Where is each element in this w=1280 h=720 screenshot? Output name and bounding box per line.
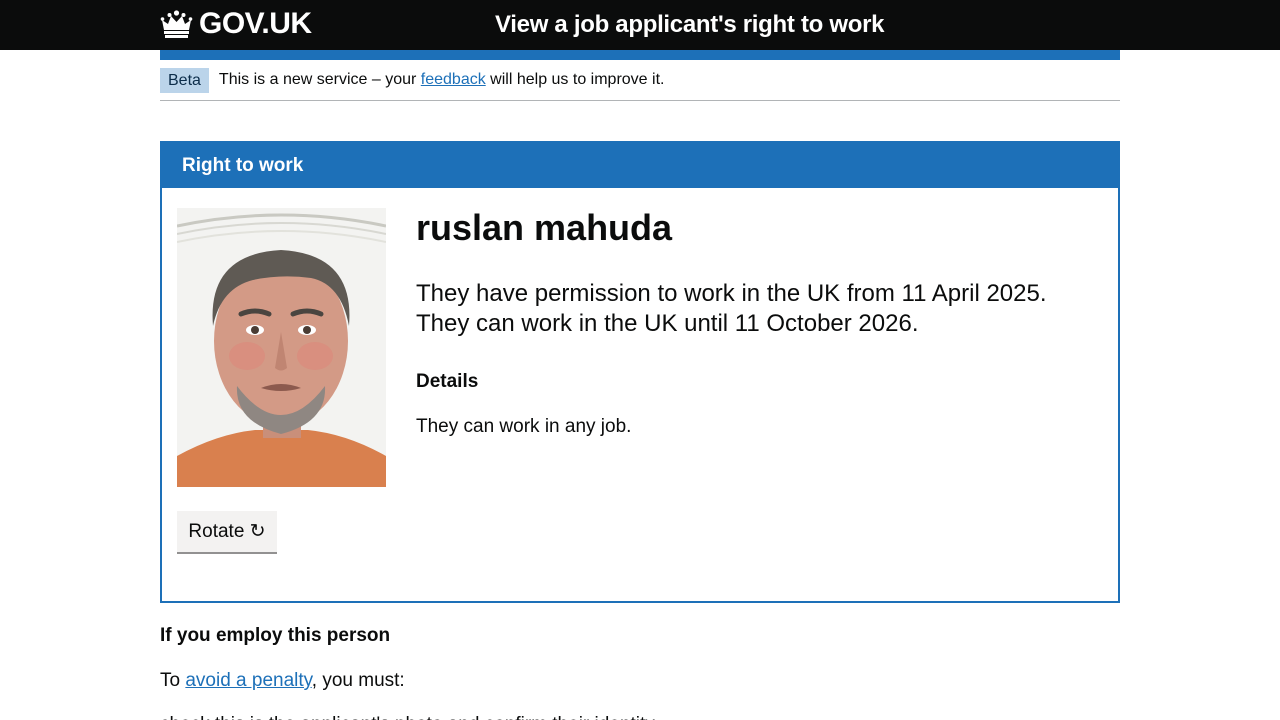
feedback-link[interactable]: feedback bbox=[421, 71, 486, 88]
service-name-link[interactable]: View a job applicant's right to work bbox=[495, 10, 885, 40]
employ-heading: If you employ this person bbox=[160, 625, 391, 646]
details-heading: Details bbox=[416, 371, 479, 392]
applicant-photo bbox=[177, 208, 386, 487]
govuk-logo-text: GOV.UK bbox=[199, 7, 312, 40]
phase-banner-text: This is a new service – your feedback wi… bbox=[219, 68, 665, 92]
phase-text-after: will help us to improve it. bbox=[490, 71, 665, 88]
beta-tag: Beta bbox=[160, 68, 209, 93]
card-title: Right to work bbox=[182, 155, 304, 176]
permission-statement: They have permission to work in the UK f… bbox=[416, 279, 1047, 339]
govuk-header: GOV.UK View a job applicant's right to w… bbox=[0, 0, 1280, 50]
header-blue-strip bbox=[160, 50, 1120, 60]
details-text: They can work in any job. bbox=[416, 416, 632, 437]
penalty-paragraph: To avoid a penalty, you must: bbox=[160, 668, 405, 693]
applicant-name: ruslan mahuda bbox=[416, 207, 673, 248]
penalty-suffix: , you must: bbox=[311, 670, 405, 691]
rotate-photo-button[interactable]: Rotate ↻ bbox=[177, 511, 277, 552]
permission-start: They have permission to work in the UK f… bbox=[416, 280, 1047, 307]
permission-end: They can work in the UK until 11 October… bbox=[416, 310, 919, 337]
avoid-penalty-link[interactable]: avoid a penalty bbox=[185, 670, 311, 691]
penalty-prefix: To bbox=[160, 670, 181, 691]
employer-duty-item: check this is the applicant's photo and … bbox=[160, 712, 655, 720]
right-to-work-card: Right to work Rotate ↻ ruslan mahuda The… bbox=[160, 141, 1120, 603]
phase-text-before: This is a new service – your bbox=[218, 71, 417, 88]
govuk-logo-link[interactable]: GOV.UK bbox=[160, 6, 312, 42]
crown-icon bbox=[160, 10, 193, 38]
phase-banner: Beta This is a new service – your feedba… bbox=[160, 68, 1120, 101]
card-header: Right to work bbox=[162, 143, 1118, 188]
